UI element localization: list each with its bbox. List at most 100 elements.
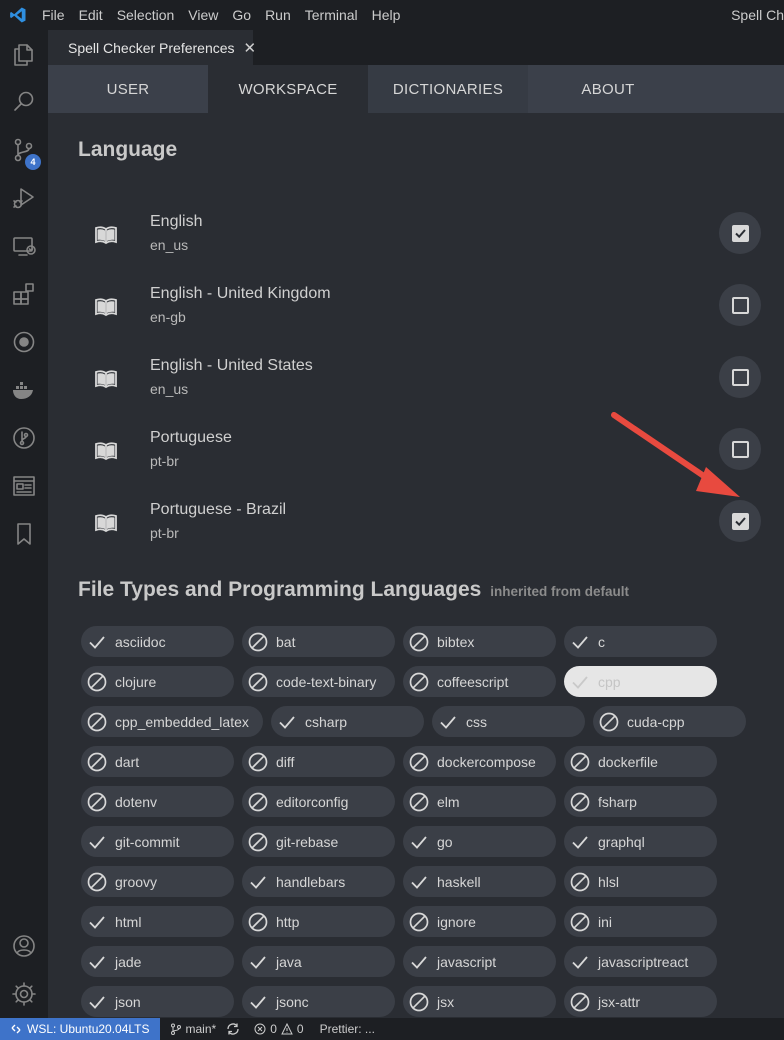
filetype-label: handlebars: [276, 873, 346, 890]
filetype-chip[interactable]: asciidoc: [81, 626, 234, 657]
filetype-chip[interactable]: json: [81, 986, 234, 1017]
filetype-chip[interactable]: dockercompose: [403, 746, 556, 777]
filetype-chip[interactable]: javascriptreact: [564, 946, 717, 977]
filetype-chip[interactable]: clojure: [81, 666, 234, 697]
filetype-chip[interactable]: dart: [81, 746, 234, 777]
filetype-chip[interactable]: fsharp: [564, 786, 717, 817]
language-name: Portuguese - Brazil: [150, 501, 287, 518]
book-icon: [94, 513, 118, 533]
close-icon[interactable]: ✕: [244, 39, 257, 57]
filetype-chip[interactable]: groovy: [81, 866, 234, 897]
language-row: English en_us: [48, 201, 784, 273]
gitlens-icon[interactable]: [0, 318, 48, 366]
menu-terminal[interactable]: Terminal: [298, 0, 365, 30]
bookmarks-icon[interactable]: [0, 510, 48, 558]
check-icon: [87, 632, 107, 652]
filetype-chip[interactable]: diff: [242, 746, 395, 777]
menu-edit[interactable]: Edit: [72, 0, 110, 30]
tab-user[interactable]: USER: [48, 65, 208, 113]
filetype-chip[interactable]: coffeescript: [403, 666, 556, 697]
filetype-chip[interactable]: handlebars: [242, 866, 395, 897]
filetype-label: jsx-attr: [598, 993, 640, 1010]
filetype-chip[interactable]: cuda-cpp: [593, 706, 746, 737]
filetype-chip[interactable]: csharp: [271, 706, 424, 737]
disabled-circle-icon: [409, 752, 429, 772]
settings-gear-icon[interactable]: [0, 970, 48, 1018]
filetype-chip[interactable]: dockerfile: [564, 746, 717, 777]
filetype-chip[interactable]: ignore: [403, 906, 556, 937]
filetype-label: diff: [276, 753, 295, 770]
filetype-chip[interactable]: git-rebase: [242, 826, 395, 857]
disabled-circle-icon: [248, 912, 268, 932]
git-graph-icon[interactable]: [0, 414, 48, 462]
filetype-chip[interactable]: code-text-binary: [242, 666, 395, 697]
tab-workspace[interactable]: WORKSPACE: [208, 65, 368, 113]
prettier-status[interactable]: Prettier: ...: [320, 1022, 375, 1036]
filetype-chip[interactable]: jsx: [403, 986, 556, 1017]
filetype-chip[interactable]: editorconfig: [242, 786, 395, 817]
disabled-circle-icon: [248, 672, 268, 692]
filetype-label: cuda-cpp: [627, 713, 685, 730]
book-icon: [94, 225, 118, 245]
account-icon[interactable]: [0, 922, 48, 970]
run-debug-icon[interactable]: [0, 174, 48, 222]
spell-checker-preferences-view: USER WORKSPACE DICTIONARIES ABOUT Langua…: [48, 65, 784, 1018]
disabled-circle-icon: [87, 752, 107, 772]
language-checkbox[interactable]: [731, 368, 749, 386]
problems-indicator[interactable]: 0 0: [254, 1022, 304, 1036]
filetype-chip[interactable]: cpp: [564, 666, 717, 697]
language-checkbox[interactable]: [731, 512, 749, 530]
annotation-arrow: [611, 412, 740, 497]
filetype-chip[interactable]: graphql: [564, 826, 717, 857]
menu-go[interactable]: Go: [225, 0, 258, 30]
filetype-chip[interactable]: haskell: [403, 866, 556, 897]
filetype-chip[interactable]: jsx-attr: [564, 986, 717, 1017]
filetype-chip[interactable]: bibtex: [403, 626, 556, 657]
filetype-chip[interactable]: cpp_embedded_latex: [81, 706, 263, 737]
filetype-chip[interactable]: dotenv: [81, 786, 234, 817]
filetype-chip[interactable]: bat: [242, 626, 395, 657]
filetype-chip[interactable]: elm: [403, 786, 556, 817]
menu-selection[interactable]: Selection: [110, 0, 182, 30]
filetype-chip[interactable]: hlsl: [564, 866, 717, 897]
menu-help[interactable]: Help: [365, 0, 408, 30]
docker-icon[interactable]: [0, 366, 48, 414]
source-control-icon[interactable]: 4: [0, 126, 48, 174]
branch-indicator[interactable]: main*: [170, 1022, 216, 1036]
activity-bar: 4: [0, 30, 48, 1018]
explorer-icon[interactable]: [0, 30, 48, 78]
filetype-chip[interactable]: java: [242, 946, 395, 977]
filetype-chip[interactable]: git-commit: [81, 826, 234, 857]
remote-indicator[interactable]: WSL: Ubuntu20.04LTS: [0, 1018, 160, 1040]
filetype-chip[interactable]: css: [432, 706, 585, 737]
menu-file[interactable]: File: [36, 0, 72, 30]
filetype-chip[interactable]: javascript: [403, 946, 556, 977]
tab-label: Spell Checker Preferences: [68, 40, 235, 56]
filetype-chip[interactable]: go: [403, 826, 556, 857]
tab-dictionaries[interactable]: DICTIONARIES: [368, 65, 528, 113]
disabled-circle-icon: [248, 792, 268, 812]
filetype-chip[interactable]: ini: [564, 906, 717, 937]
filetype-label: jsx: [437, 993, 455, 1010]
filetype-label: cpp_embedded_latex: [115, 713, 249, 730]
remote-explorer-icon[interactable]: [0, 222, 48, 270]
filetype-chip[interactable]: jade: [81, 946, 234, 977]
tab-spell-checker-preferences[interactable]: Spell Checker Preferences ✕: [48, 30, 256, 65]
filetype-chip[interactable]: html: [81, 906, 234, 937]
language-checkbox[interactable]: [731, 296, 749, 314]
filetype-chip[interactable]: c: [564, 626, 717, 657]
disabled-circle-icon: [409, 632, 429, 652]
sync-indicator[interactable]: [226, 1023, 244, 1035]
language-checkbox[interactable]: [731, 224, 749, 242]
search-icon[interactable]: [0, 78, 48, 126]
extensions-icon[interactable]: [0, 270, 48, 318]
sync-icon: [227, 1023, 239, 1035]
filetype-chip[interactable]: jsonc: [242, 986, 395, 1017]
filetype-label: css: [466, 713, 487, 730]
preview-icon[interactable]: [0, 462, 48, 510]
disabled-circle-icon: [570, 992, 590, 1012]
menu-view[interactable]: View: [181, 0, 225, 30]
filetype-chip[interactable]: http: [242, 906, 395, 937]
tab-about[interactable]: ABOUT: [528, 65, 688, 113]
menu-run[interactable]: Run: [258, 0, 298, 30]
